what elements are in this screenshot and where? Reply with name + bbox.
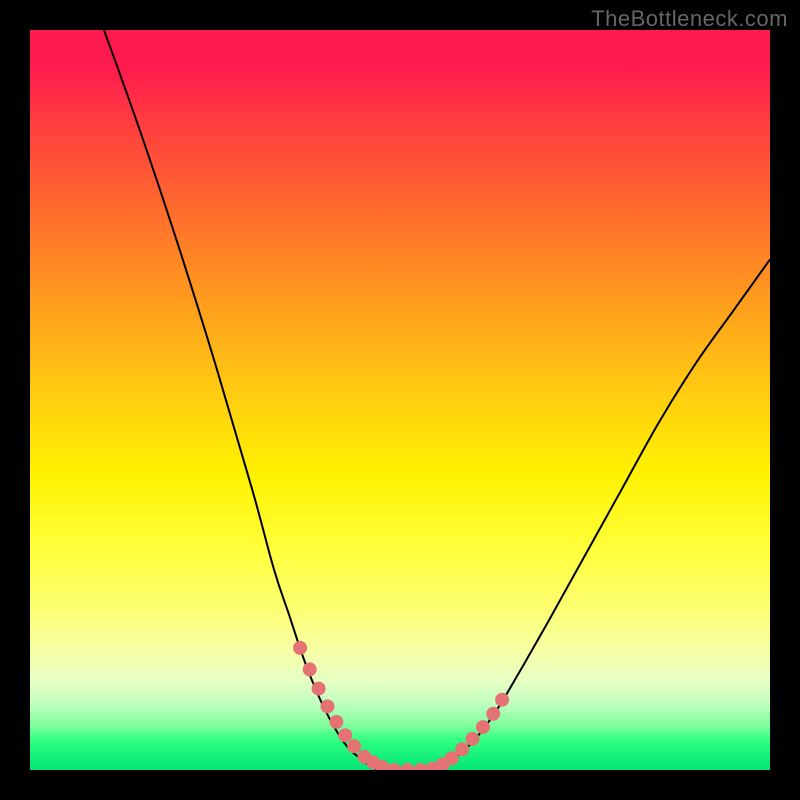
marker-dot: [329, 715, 343, 729]
chart-stage: TheBottleneck.com: [0, 0, 800, 800]
chart-svg: [30, 30, 770, 770]
marker-dot: [347, 739, 361, 753]
marker-dot: [466, 732, 480, 746]
marker-dot: [387, 763, 401, 770]
marker-dot: [400, 763, 414, 770]
curve-right-path: [437, 259, 770, 770]
marker-dot: [486, 707, 500, 721]
marker-dot: [303, 662, 317, 676]
watermark-text: TheBottleneck.com: [591, 6, 788, 32]
curve-left-path: [104, 30, 378, 770]
marker-dot: [293, 641, 307, 655]
marker-dot: [455, 742, 469, 756]
marker-dot: [414, 763, 428, 770]
marker-dot: [312, 682, 326, 696]
marker-dot: [495, 693, 509, 707]
marker-dot: [321, 699, 335, 713]
marker-group: [293, 641, 509, 770]
marker-dot: [338, 728, 352, 742]
plot-area: [30, 30, 770, 770]
marker-dot: [476, 720, 490, 734]
